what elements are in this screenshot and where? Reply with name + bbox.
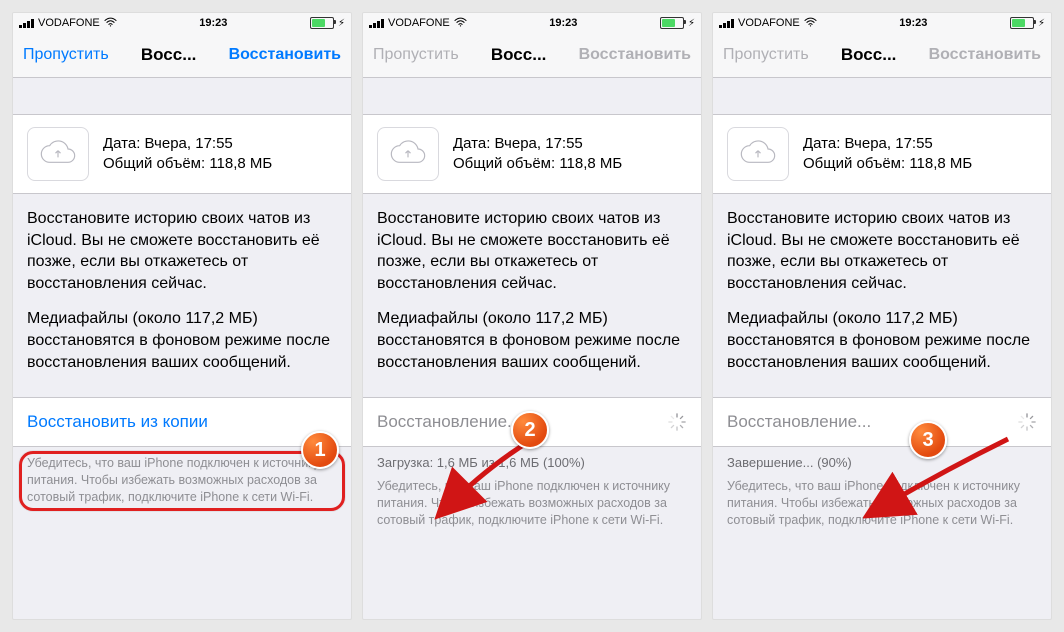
carrier-label: VODAFONE (38, 17, 100, 29)
spinner-icon (667, 412, 687, 432)
progress-text: Загрузка: 1,6 МБ из 1,6 МБ (100%) (363, 447, 701, 470)
clock: 19:23 (199, 17, 227, 29)
action-label: Восстановить из копии (27, 412, 208, 432)
backup-info-row: Дата: Вчера, 17:55 Общий объём: 118,8 МБ (363, 114, 701, 194)
charging-icon: ⚡︎ (338, 18, 345, 29)
restore-button[interactable]: Восстановить (229, 46, 341, 64)
spinner-icon (1017, 412, 1037, 432)
skip-button: Пропустить (723, 46, 809, 64)
skip-button[interactable]: Пропустить (23, 46, 109, 64)
footer-note: Убедитесь, что ваш iPhone подключен к ис… (363, 470, 701, 529)
restore-from-backup-button[interactable]: Восстановить из копии (13, 397, 351, 447)
footer-note: Убедитесь, что ваш iPhone подключен к ис… (713, 470, 1051, 529)
nav-title: Восс... (113, 45, 225, 65)
restoring-row: Восстановление... (713, 397, 1051, 447)
screen-3: VODAFONE 19:23 ⚡︎ Пропустить Восс... Вос… (712, 12, 1052, 620)
description-1: Восстановите историю своих чатов из iClo… (363, 194, 701, 294)
battery-icon (660, 17, 684, 29)
signal-icon (369, 18, 384, 28)
battery-icon (1010, 17, 1034, 29)
step-badge-3: 3 (909, 421, 947, 459)
clock: 19:23 (899, 17, 927, 29)
nav-bar: Пропустить Восс... Восстановить (363, 33, 701, 78)
wifi-icon (104, 17, 117, 30)
wifi-icon (454, 17, 467, 30)
backup-date: Дата: Вчера, 17:55 (803, 134, 972, 154)
carrier-label: VODAFONE (388, 17, 450, 29)
description-1: Восстановите историю своих чатов из iClo… (13, 194, 351, 294)
restore-button: Восстановить (579, 46, 691, 64)
status-bar: VODAFONE 19:23 ⚡︎ (13, 13, 351, 33)
cloud-icon (377, 127, 439, 181)
step-badge-1: 1 (301, 431, 339, 469)
backup-date: Дата: Вчера, 17:55 (103, 134, 272, 154)
action-label: Восстановление... (377, 412, 521, 432)
restore-button: Восстановить (929, 46, 1041, 64)
carrier-label: VODAFONE (738, 17, 800, 29)
backup-info-row: Дата: Вчера, 17:55 Общий объём: 118,8 МБ (713, 114, 1051, 194)
backup-date: Дата: Вчера, 17:55 (453, 134, 622, 154)
description-2: Медиафайлы (около 117,2 МБ) восстановятс… (13, 294, 351, 373)
nav-title: Восс... (463, 45, 575, 65)
screen-2: VODAFONE 19:23 ⚡︎ Пропустить Восс... Вос… (362, 12, 702, 620)
progress-text: Завершение... (90%) (713, 447, 1051, 470)
nav-bar: Пропустить Восс... Восстановить (13, 33, 351, 78)
wifi-icon (804, 17, 817, 30)
status-bar: VODAFONE 19:23 ⚡︎ (713, 13, 1051, 33)
charging-icon: ⚡︎ (688, 18, 695, 29)
nav-bar: Пропустить Восс... Восстановить (713, 33, 1051, 78)
step-badge-2: 2 (511, 411, 549, 449)
description-2: Медиафайлы (около 117,2 МБ) восстановятс… (363, 294, 701, 373)
description-2: Медиафайлы (около 117,2 МБ) восстановятс… (713, 294, 1051, 373)
charging-icon: ⚡︎ (1038, 18, 1045, 29)
nav-title: Восс... (813, 45, 925, 65)
cloud-icon (727, 127, 789, 181)
backup-size: Общий объём: 118,8 МБ (803, 154, 972, 174)
signal-icon (719, 18, 734, 28)
backup-size: Общий объём: 118,8 МБ (453, 154, 622, 174)
action-label: Восстановление... (727, 412, 871, 432)
signal-icon (19, 18, 34, 28)
screen-1: VODAFONE 19:23 ⚡︎ Пропустить Восс... Вос… (12, 12, 352, 620)
backup-size: Общий объём: 118,8 МБ (103, 154, 272, 174)
battery-icon (310, 17, 334, 29)
status-bar: VODAFONE 19:23 ⚡︎ (363, 13, 701, 33)
skip-button: Пропустить (373, 46, 459, 64)
cloud-icon (27, 127, 89, 181)
footer-note: Убедитесь, что ваш iPhone подключен к ис… (13, 447, 351, 506)
description-1: Восстановите историю своих чатов из iClo… (713, 194, 1051, 294)
clock: 19:23 (549, 17, 577, 29)
backup-info-row: Дата: Вчера, 17:55 Общий объём: 118,8 МБ (13, 114, 351, 194)
